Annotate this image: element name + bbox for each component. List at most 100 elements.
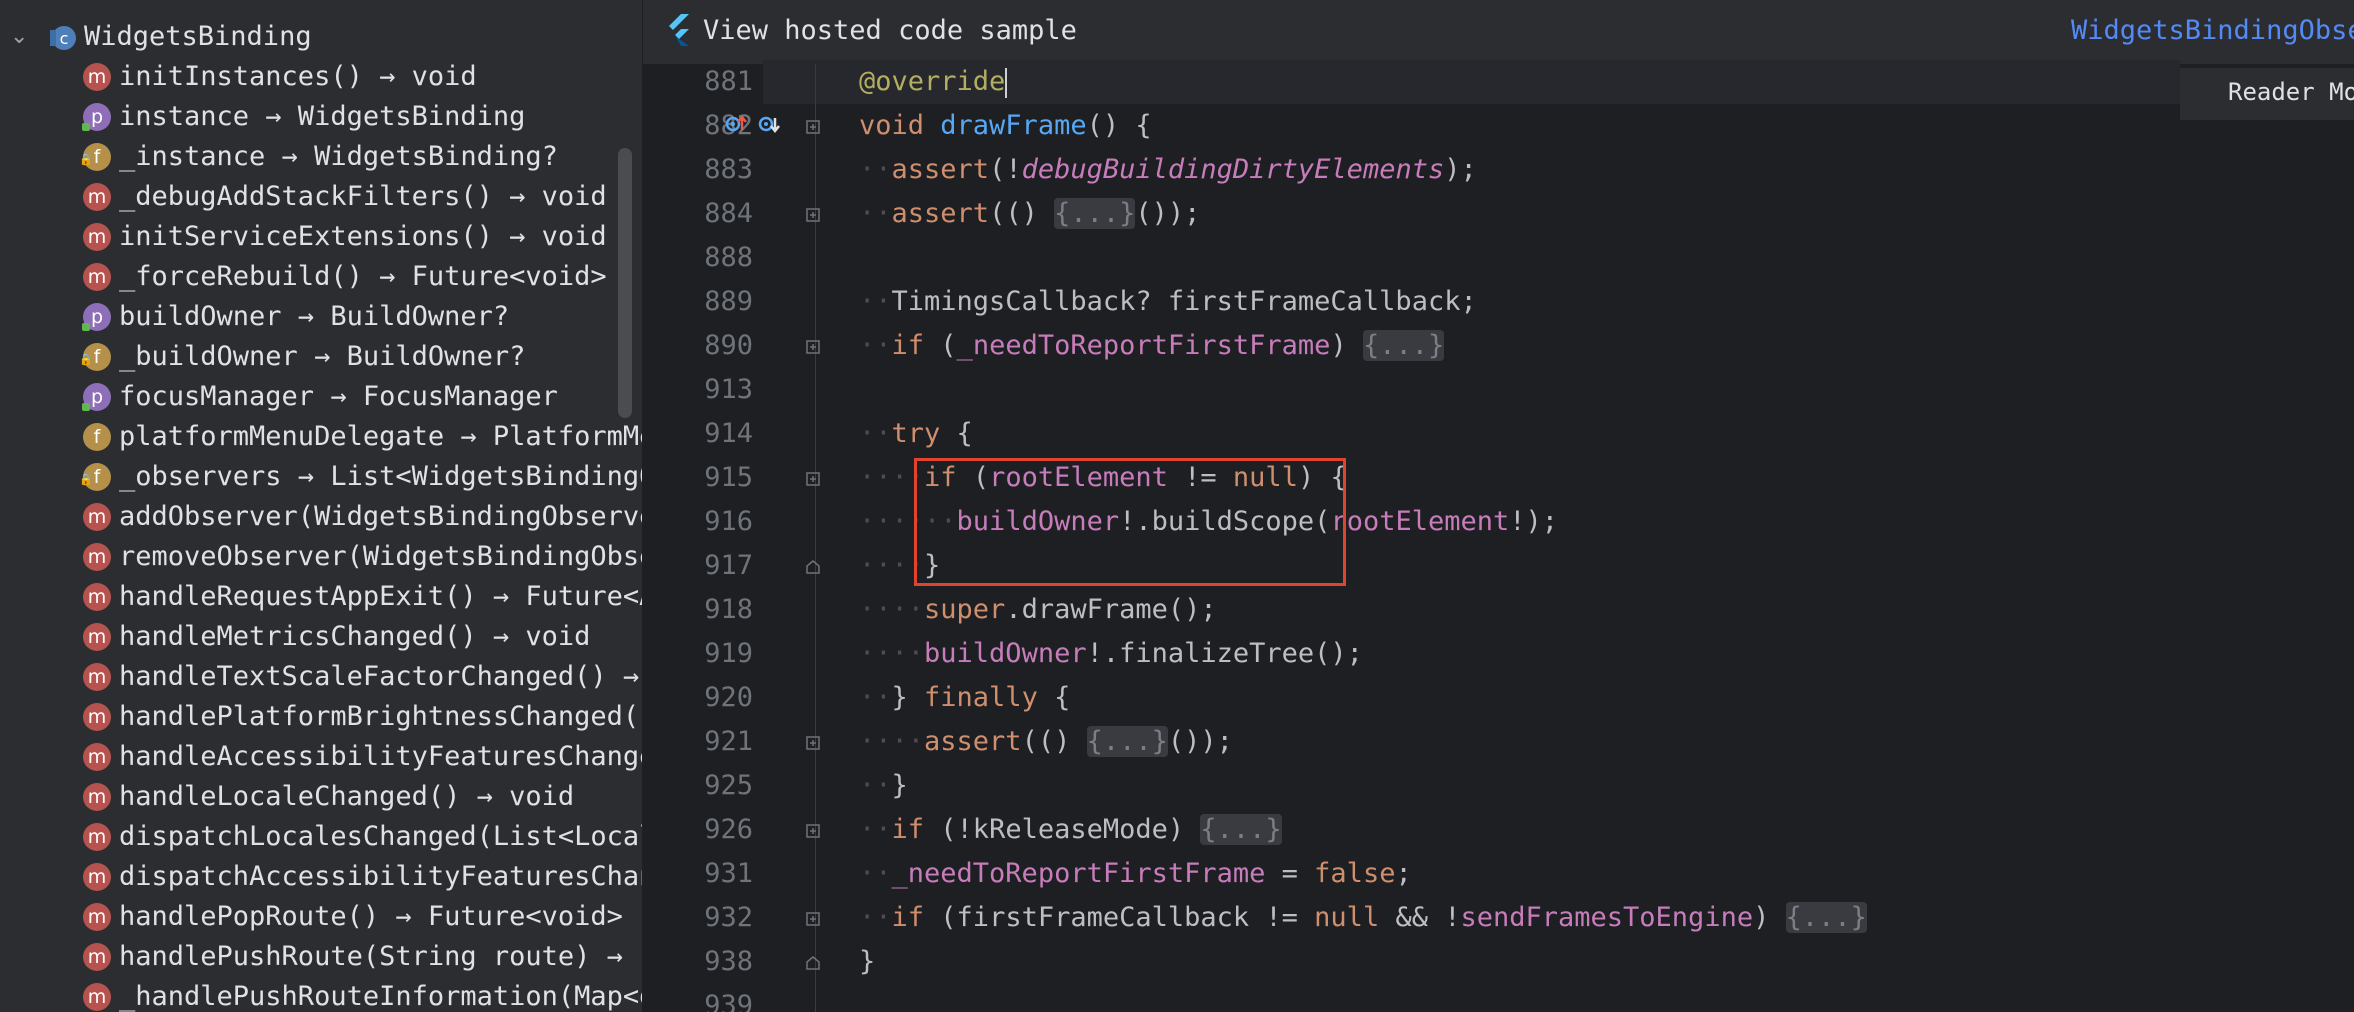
line-number: 918: [704, 594, 753, 625]
code-line[interactable]: 915 ····if (rootElement != null) {: [643, 456, 2343, 500]
field-icon: f: [83, 423, 111, 451]
structure-item[interactable]: m handleRequestAppExit() → Future<AppExit…: [0, 577, 642, 617]
structure-item[interactable]: p buildOwner → BuildOwner?: [0, 297, 640, 337]
related-class-link[interactable]: WidgetsBindingObserver: [2071, 15, 2354, 46]
code-text: ··assert(() {...}());: [859, 198, 1201, 229]
class-icon: c: [47, 23, 77, 53]
code-text: ··if (_needToReportFirstFrame) {...}: [859, 330, 1445, 361]
structure-item[interactable]: m handleLocaleChanged() → void: [0, 777, 640, 817]
structure-item-label: buildOwner → BuildOwner?: [119, 301, 510, 332]
code-text: void drawFrame() {: [859, 110, 1152, 141]
code-text: ··if (!kReleaseMode) {...}: [859, 814, 1282, 845]
code-line[interactable]: 888: [643, 236, 2343, 280]
fold-marker-icon[interactable]: [806, 339, 820, 354]
fold-marker-icon[interactable]: [806, 735, 820, 750]
structure-item[interactable]: m _handlePushRouteInformation(Map<dynamic…: [0, 977, 642, 1012]
fold-marker-icon[interactable]: [806, 559, 820, 574]
structure-item-label: handlePlatformBrightnessChanged() → void: [119, 701, 643, 732]
code-line[interactable]: 918 ····super.drawFrame();: [643, 588, 2343, 632]
line-number: 938: [704, 946, 753, 977]
line-number: 921: [704, 726, 753, 757]
fold-marker-icon[interactable]: [806, 911, 820, 926]
structure-item[interactable]: m dispatchLocalesChanged(List<Locale>? lo…: [0, 817, 642, 857]
line-number: 932: [704, 902, 753, 933]
code-text: ··assert(!debugBuildingDirtyElements);: [859, 154, 1477, 185]
structure-item[interactable]: m handleTextScaleFactorChanged() → void: [0, 657, 642, 697]
line-number: 883: [704, 154, 753, 185]
structure-item-label: handleMetricsChanged() → void: [119, 621, 591, 652]
line-number: 925: [704, 770, 753, 801]
code-line[interactable]: 884 ··assert(() {...}());: [643, 192, 2343, 236]
line-number: 888: [704, 242, 753, 273]
code-line[interactable]: 889 ··TimingsCallback? firstFrameCallback…: [643, 280, 2343, 324]
structure-item[interactable]: m handleMetricsChanged() → void: [0, 617, 640, 657]
structure-item[interactable]: f🔒_observers → List<WidgetsBindingObserv…: [0, 457, 642, 497]
fold-marker-icon[interactable]: [806, 471, 820, 486]
structure-item[interactable]: f 🔒 _buildOwner → BuildOwner?: [0, 337, 640, 377]
overrides-method-icon[interactable]: [723, 112, 747, 132]
structure-item-label: handleRequestAppExit() → Future<AppExitR…: [119, 581, 642, 612]
line-number: 919: [704, 638, 753, 669]
chevron-down-icon[interactable]: ⌄: [10, 17, 28, 57]
structure-item-label: initInstances() → void: [119, 61, 477, 92]
structure-item[interactable]: m handlePushRoute(String route) → Future<…: [0, 937, 642, 977]
code-text: ··TimingsCallback? firstFrameCallback;: [859, 286, 1477, 317]
structure-item-label: handlePopRoute() → Future<void>: [119, 901, 623, 932]
structure-item[interactable]: m handlePopRoute() → Future<void>: [0, 897, 640, 937]
line-number: 914: [704, 418, 753, 449]
method-icon: m: [83, 903, 111, 931]
text-cursor: [1005, 67, 1008, 98]
code-line[interactable]: 920 ··} finally {: [643, 676, 2343, 720]
structure-item[interactable]: m removeObserver(WidgetsBindingObserver o…: [0, 537, 642, 577]
structure-item[interactable]: p focusManager → FocusManager: [0, 377, 640, 417]
method-icon: m: [83, 703, 111, 731]
code-line[interactable]: 931 ··_needToReportFirstFrame = false;: [643, 852, 2343, 896]
structure-item[interactable]: m initServiceExtensions() → void: [0, 217, 640, 257]
structure-item[interactable]: m initInstances() → void: [0, 57, 640, 97]
fold-marker-icon[interactable]: [806, 207, 820, 222]
code-line[interactable]: 914 ··try {: [643, 412, 2343, 456]
line-number: 920: [704, 682, 753, 713]
code-editor[interactable]: View hosted code sample WidgetsBindingOb…: [643, 0, 2354, 1012]
method-icon: m: [83, 983, 111, 1011]
view-hosted-code-sample-link[interactable]: View hosted code sample: [703, 15, 1077, 46]
method-icon: m: [83, 783, 111, 811]
code-line[interactable]: 883 ··assert(!debugBuildingDirtyElements)…: [643, 148, 2343, 192]
structure-item[interactable]: m dispatchAccessibilityFeaturesChanged() …: [0, 857, 642, 897]
structure-item-label: _instance → WidgetsBinding?: [119, 141, 558, 172]
structure-item[interactable]: m _forceRebuild() → Future<void>: [0, 257, 640, 297]
code-line[interactable]: 917 ····}: [643, 544, 2343, 588]
code-line[interactable]: 916 ······buildOwner!.buildScope(rootElem…: [643, 500, 2343, 544]
code-line[interactable]: 881 @override: [643, 60, 2343, 104]
code-line[interactable]: 925 ··}: [643, 764, 2343, 808]
structure-item[interactable]: m handlePlatformBrightnessChanged() → voi…: [0, 697, 643, 737]
fold-marker-icon[interactable]: [806, 955, 820, 970]
code-line[interactable]: 913: [643, 368, 2343, 412]
structure-scrollbar[interactable]: [618, 148, 632, 418]
fold-marker-icon[interactable]: [806, 823, 820, 838]
structure-root[interactable]: ⌄ c WidgetsBinding: [0, 17, 640, 57]
structure-item-label: _debugAddStackFilters() → void: [119, 181, 607, 212]
line-number: 939: [704, 990, 753, 1012]
structure-item[interactable]: m handleAccessibilityFeaturesChanged() → …: [0, 737, 642, 777]
overridden-method-icon[interactable]: [756, 112, 780, 134]
code-line[interactable]: 939: [643, 984, 2343, 1012]
structure-item[interactable]: p instance → WidgetsBinding: [0, 97, 640, 137]
structure-item[interactable]: m _debugAddStackFilters() → void: [0, 177, 640, 217]
code-line[interactable]: 932 ··if (firstFrameCallback != null && !…: [643, 896, 2343, 940]
structure-item[interactable]: f platformMenuDelegate → PlatformMenuDele…: [0, 417, 643, 457]
code-line[interactable]: 919 ····buildOwner!.finalizeTree();: [643, 632, 2343, 676]
structure-item[interactable]: f 🔒 _instance → WidgetsBinding?: [0, 137, 640, 177]
code-line[interactable]: 938}: [643, 940, 2343, 984]
public-pin-icon: [82, 123, 90, 131]
code-line[interactable]: 921 ····assert(() {...}());: [643, 720, 2343, 764]
structure-item-label: platformMenuDelegate → PlatformMenuDeleg…: [119, 421, 643, 452]
structure-item[interactable]: m addObserver(WidgetsBindingObserver obse…: [0, 497, 642, 537]
code-line[interactable]: 882 void drawFrame() {: [643, 104, 2343, 148]
code-line[interactable]: 890 ··if (_needToReportFirstFrame) {...}: [643, 324, 2343, 368]
code-line[interactable]: 926 ··if (!kReleaseMode) {...}: [643, 808, 2343, 852]
method-icon: m: [83, 63, 111, 91]
code-text: }: [859, 946, 876, 977]
private-lock-icon: 🔒: [79, 153, 93, 166]
fold-marker-icon[interactable]: [806, 119, 820, 134]
